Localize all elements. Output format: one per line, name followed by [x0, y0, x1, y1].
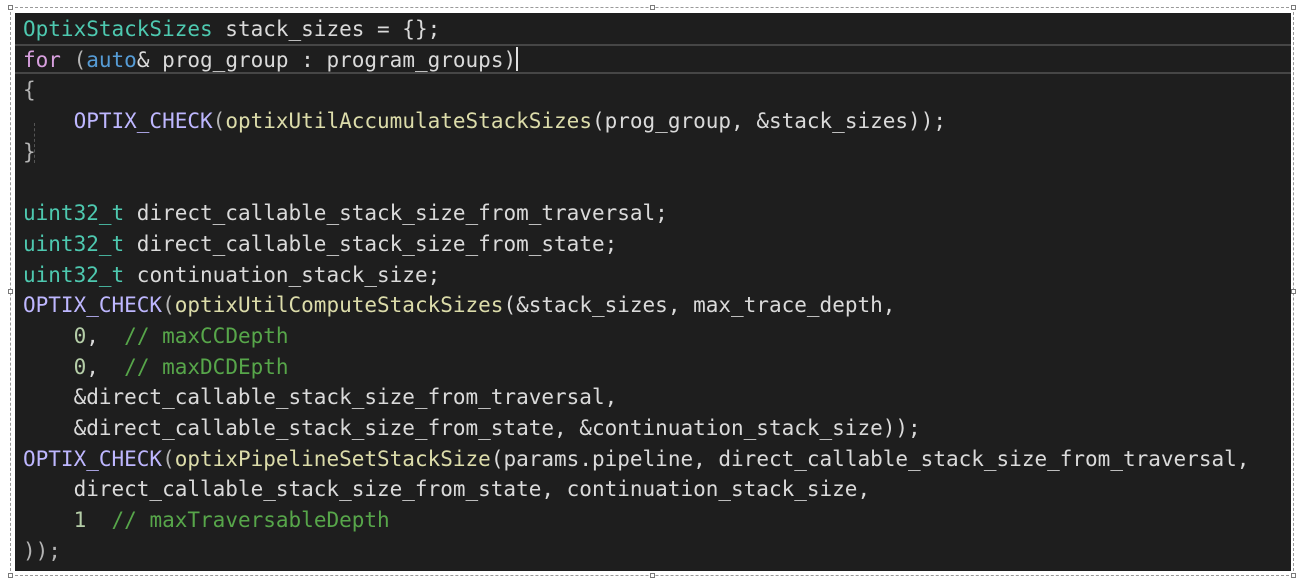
- code-token: // maxTraversableDepth: [111, 508, 390, 532]
- code-token: // maxCCDepth: [124, 323, 289, 348]
- code-token: (: [212, 109, 226, 134]
- code-token: &direct_callable_stack_size_from_travers…: [23, 385, 618, 410]
- code-token: (params.pipeline, direct_callable_stack_…: [490, 446, 1250, 471]
- code-token: (: [162, 446, 175, 471]
- code-line: for (auto& prog_group : program_groups): [23, 45, 1249, 76]
- code-editor[interactable]: OptixStackSizes stack_sizes = {}; for (au…: [15, 13, 1291, 571]
- code-token: {: [23, 78, 36, 103]
- code-token: &direct_callable_stack_size_from_state, …: [23, 415, 921, 440]
- code-line: uint32_t continuation_stack_size;: [23, 260, 1249, 291]
- code-token: 1: [73, 508, 87, 532]
- code-line: &direct_callable_stack_size_from_state, …: [23, 413, 1249, 444]
- code-token: for: [23, 47, 61, 72]
- code-line: 0, // maxCCDepth: [23, 321, 1249, 352]
- resize-handle-top-left[interactable]: [8, 5, 13, 10]
- text-caret: [516, 46, 519, 71]
- code-line: {: [23, 75, 1249, 106]
- code-token: continuation_stack_size;: [124, 262, 441, 287]
- code-token: OPTIX_CHECK: [23, 293, 163, 318]
- code-line: OptixStackSizes stack_sizes = {};: [23, 14, 1249, 45]
- code-line: 0, // maxDCDEpth: [23, 352, 1249, 383]
- code-text[interactable]: OptixStackSizes stack_sizes = {}; for (au…: [23, 14, 1249, 566]
- code-token: direct_callable_stack_size_from_state, c…: [23, 477, 871, 502]
- code-token: stack_sizes = {};: [212, 17, 441, 41]
- code-token: (: [60, 47, 87, 72]
- code-line: uint32_t direct_callable_stack_size_from…: [23, 198, 1249, 229]
- code-token: 0: [73, 354, 87, 379]
- code-token: optixUtilAccumulateStackSizes: [225, 109, 592, 134]
- code-token: OPTIX_CHECK: [73, 109, 213, 134]
- code-token: direct_callable_stack_size_from_state;: [124, 231, 618, 256]
- code-token: uint32_t: [23, 262, 125, 287]
- code-line: &direct_callable_stack_size_from_travers…: [23, 382, 1249, 413]
- code-token: (: [162, 293, 175, 318]
- code-token: (&stack_sizes, max_trace_depth,: [503, 293, 896, 318]
- code-token: optixPipelineSetStackSize: [174, 446, 491, 471]
- code-token: }: [23, 139, 36, 164]
- resize-handle-bottom-center[interactable]: [650, 573, 655, 578]
- code-token: auto: [86, 47, 137, 72]
- code-token: uint32_t: [23, 201, 125, 226]
- code-line: OPTIX_CHECK(optixPipelineSetStackSize(pa…: [23, 444, 1249, 475]
- resize-handle-middle-right[interactable]: [1291, 289, 1296, 294]
- resize-handle-bottom-right[interactable]: [1291, 573, 1296, 578]
- code-line: 1 // maxTraversableDepth: [23, 505, 1249, 536]
- resize-handle-top-center[interactable]: [650, 5, 655, 10]
- code-token: ));: [23, 538, 61, 563]
- code-token: & prog_group : program_groups): [136, 47, 517, 72]
- resize-handle-middle-left[interactable]: [8, 289, 13, 294]
- code-token: // maxDCDEpth: [124, 354, 289, 379]
- code-line: uint32_t direct_callable_stack_size_from…: [23, 229, 1249, 260]
- code-token: optixUtilComputeStackSizes: [174, 293, 504, 318]
- resize-handle-top-right[interactable]: [1291, 5, 1296, 10]
- code-token: OptixStackSizes: [23, 17, 213, 41]
- code-line: OPTIX_CHECK(optixUtilComputeStackSizes(&…: [23, 290, 1249, 321]
- code-token: ,: [86, 354, 125, 379]
- code-line: ));: [23, 536, 1249, 567]
- code-token: ,: [86, 323, 125, 348]
- code-token: (prog_group, &stack_sizes));: [591, 109, 946, 134]
- code-line: direct_callable_stack_size_from_state, c…: [23, 474, 1249, 505]
- code-line: OPTIX_CHECK(optixUtilAccumulateStackSize…: [23, 106, 1249, 137]
- code-token: direct_callable_stack_size_from_traversa…: [124, 201, 668, 226]
- code-token: OPTIX_CHECK: [23, 446, 163, 471]
- code-line: }: [23, 137, 1249, 168]
- code-token: uint32_t: [23, 231, 125, 256]
- code-token: 0: [73, 323, 87, 348]
- resize-handle-bottom-left[interactable]: [8, 573, 13, 578]
